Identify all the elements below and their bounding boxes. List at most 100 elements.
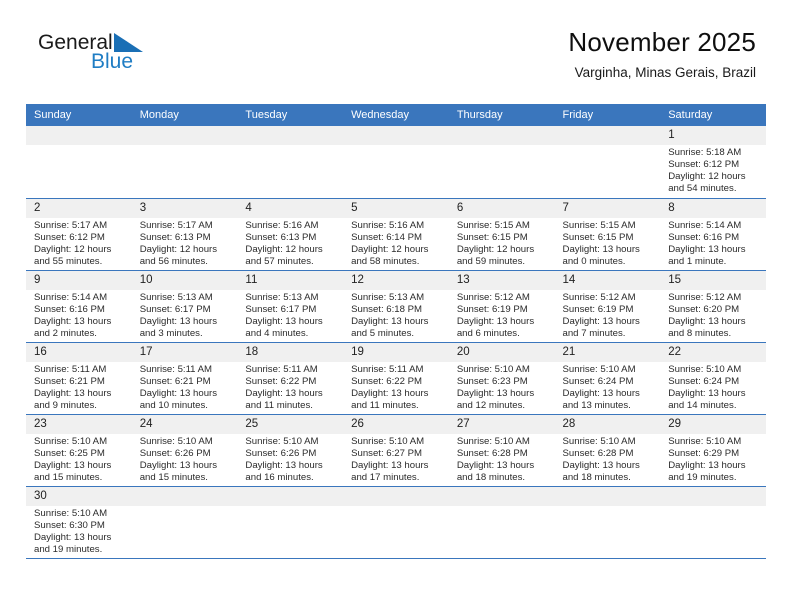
sunset-text: Sunset: 6:17 PM: [245, 303, 317, 315]
calendar-day-cell-empty: [343, 486, 449, 559]
calendar-day-cell[interactable]: 30 Sunrise: 5:10 AM Sunset: 6:30 PM Dayligh…: [26, 486, 132, 559]
day-number: 12: [343, 270, 449, 290]
calendar-day-cell[interactable]: 14 Sunrise: 5:12 AM Sunset: 6:19 PM Dayligh…: [554, 270, 661, 343]
day-number: [554, 486, 661, 506]
day-cell-inner: 28 Sunrise: 5:10 AM Sunset: 6:28 PM Dayligh…: [554, 414, 661, 486]
day-sun-info: Sunrise: 5:16 AM Sunset: 6:13 PM Daylight:…: [237, 218, 343, 268]
day-number: 23: [26, 414, 132, 434]
calendar-day-cell[interactable]: 25 Sunrise: 5:10 AM Sunset: 6:26 PM Dayligh…: [237, 414, 344, 487]
day-cell-inner: [343, 126, 449, 198]
daylight-text: Daylight: 13 hours and 10 minutes.: [139, 387, 218, 411]
sunset-text: Sunset: 6:16 PM: [34, 303, 105, 315]
calendar-day-cell-empty: [448, 486, 555, 559]
calendar-day-cell-empty: [554, 486, 661, 559]
calendar-day-cell[interactable]: 26 Sunrise: 5:10 AM Sunset: 6:27 PM Dayligh…: [343, 414, 449, 487]
day-number: 2: [26, 198, 132, 218]
calendar-day-cell[interactable]: 18 Sunrise: 5:11 AM Sunset: 6:22 PM Dayligh…: [237, 342, 344, 415]
day-cell-inner: 1 Sunrise: 5:18 AM Sunset: 6:12 PM Daylight…: [660, 126, 766, 198]
calendar-week-row: 2 Sunrise: 5:17 AM Sunset: 6:12 PM Daylight…: [26, 198, 766, 271]
day-sun-info: Sunrise: 5:10 AM Sunset: 6:27 PM Daylight:…: [343, 434, 449, 484]
sunrise-text: Sunrise: 5:10 AM: [34, 435, 108, 447]
calendar-page: General Blue November 2025 Varginha, Min…: [0, 0, 792, 612]
calendar-day-cell[interactable]: 24 Sunrise: 5:10 AM Sunset: 6:26 PM Dayligh…: [131, 414, 238, 487]
calendar-day-cell[interactable]: 29 Sunrise: 5:10 AM Sunset: 6:29 PM Dayligh…: [660, 414, 766, 487]
sunset-text: Sunset: 6:26 PM: [139, 447, 211, 459]
day-number: 29: [660, 414, 766, 434]
day-number: [237, 126, 344, 145]
calendar-day-cell[interactable]: 22 Sunrise: 5:10 AM Sunset: 6:24 PM Dayligh…: [660, 342, 766, 415]
sunrise-text: Sunrise: 5:10 AM: [562, 435, 636, 447]
page-masthead: General Blue November 2025 Varginha, Min…: [0, 0, 792, 80]
weekday-header-saturday: Saturday: [660, 104, 766, 126]
calendar-day-cell[interactable]: 13 Sunrise: 5:12 AM Sunset: 6:19 PM Dayligh…: [448, 270, 555, 343]
sunrise-text: Sunrise: 5:17 AM: [139, 219, 213, 231]
sunset-text: Sunset: 6:13 PM: [245, 231, 317, 243]
calendar-day-cell[interactable]: 11 Sunrise: 5:13 AM Sunset: 6:17 PM Dayligh…: [237, 270, 344, 343]
calendar-day-cell[interactable]: 15 Sunrise: 5:12 AM Sunset: 6:20 PM Dayligh…: [660, 270, 766, 343]
day-sun-info: Sunrise: 5:10 AM Sunset: 6:29 PM Daylight:…: [660, 434, 766, 484]
daylight-text: Daylight: 13 hours and 18 minutes.: [562, 459, 640, 483]
sunset-text: Sunset: 6:16 PM: [668, 231, 740, 243]
calendar-day-cell[interactable]: 9 Sunrise: 5:14 AM Sunset: 6:16 PM Daylight…: [26, 270, 132, 343]
calendar-day-cell[interactable]: 28 Sunrise: 5:10 AM Sunset: 6:28 PM Dayligh…: [554, 414, 661, 487]
calendar-day-cell[interactable]: 16 Sunrise: 5:11 AM Sunset: 6:21 PM Dayligh…: [26, 342, 132, 415]
calendar-day-cell[interactable]: 5 Sunrise: 5:16 AM Sunset: 6:14 PM Daylight…: [343, 198, 449, 271]
day-cell-inner: 10 Sunrise: 5:13 AM Sunset: 6:17 PM Dayligh…: [131, 270, 238, 342]
day-number: 25: [237, 414, 344, 434]
calendar-day-cell[interactable]: 6 Sunrise: 5:15 AM Sunset: 6:15 PM Daylight…: [448, 198, 555, 271]
sunset-text: Sunset: 6:29 PM: [668, 447, 740, 459]
day-number: 17: [131, 342, 238, 362]
day-number: 7: [554, 198, 661, 218]
day-number: [554, 126, 661, 145]
sunset-text: Sunset: 6:27 PM: [351, 447, 423, 459]
day-number: 14: [554, 270, 661, 290]
calendar-day-cell[interactable]: 2 Sunrise: 5:17 AM Sunset: 6:12 PM Daylight…: [26, 198, 132, 271]
day-sun-info: Sunrise: 5:11 AM Sunset: 6:21 PM Daylight:…: [26, 362, 132, 412]
calendar-day-cell[interactable]: 1 Sunrise: 5:18 AM Sunset: 6:12 PM Daylight…: [660, 126, 766, 199]
day-cell-inner: 29 Sunrise: 5:10 AM Sunset: 6:29 PM Dayligh…: [660, 414, 766, 486]
day-number: 20: [448, 342, 555, 362]
calendar-day-cell[interactable]: 27 Sunrise: 5:10 AM Sunset: 6:28 PM Dayligh…: [448, 414, 555, 487]
calendar-day-cell[interactable]: 12 Sunrise: 5:13 AM Sunset: 6:18 PM Dayligh…: [343, 270, 449, 343]
day-cell-inner: 13 Sunrise: 5:12 AM Sunset: 6:19 PM Dayligh…: [448, 270, 555, 342]
calendar-day-cell[interactable]: 20 Sunrise: 5:10 AM Sunset: 6:23 PM Dayligh…: [448, 342, 555, 415]
calendar-day-cell[interactable]: 8 Sunrise: 5:14 AM Sunset: 6:16 PM Daylight…: [660, 198, 766, 271]
weekday-header-sunday: Sunday: [26, 104, 132, 126]
daylight-text: Daylight: 12 hours and 59 minutes.: [456, 243, 535, 267]
day-cell-inner: 2 Sunrise: 5:17 AM Sunset: 6:12 PM Daylight…: [26, 198, 132, 270]
day-cell-inner: 21 Sunrise: 5:10 AM Sunset: 6:24 PM Dayligh…: [554, 342, 661, 414]
calendar-day-cell[interactable]: 3 Sunrise: 5:17 AM Sunset: 6:13 PM Daylight…: [131, 198, 238, 271]
day-cell-inner: 30 Sunrise: 5:10 AM Sunset: 6:30 PM Dayligh…: [26, 486, 132, 558]
calendar-day-cell[interactable]: 7 Sunrise: 5:15 AM Sunset: 6:15 PM Daylight…: [554, 198, 661, 271]
daylight-text: Daylight: 13 hours and 3 minutes.: [139, 315, 218, 339]
calendar-day-cell[interactable]: 23 Sunrise: 5:10 AM Sunset: 6:25 PM Dayligh…: [26, 414, 132, 487]
sunset-text: Sunset: 6:21 PM: [139, 375, 211, 387]
day-number: 30: [26, 486, 132, 506]
sunrise-text: Sunrise: 5:13 AM: [245, 291, 319, 303]
brand-logo[interactable]: General Blue: [38, 32, 218, 84]
daylight-text: Daylight: 13 hours and 18 minutes.: [456, 459, 535, 483]
day-sun-info: Sunrise: 5:13 AM Sunset: 6:17 PM Daylight:…: [132, 290, 238, 340]
calendar-day-cell[interactable]: 17 Sunrise: 5:11 AM Sunset: 6:21 PM Dayligh…: [131, 342, 238, 415]
calendar-week-row: 1 Sunrise: 5:18 AM Sunset: 6:12 PM Daylight…: [26, 126, 766, 199]
day-sun-info: Sunrise: 5:18 AM Sunset: 6:12 PM Daylight:…: [660, 145, 766, 195]
weekday-header-tuesday: Tuesday: [237, 104, 344, 126]
title-block: November 2025 Varginha, Minas Gerais, Br…: [568, 26, 756, 84]
daylight-text: Daylight: 12 hours and 55 minutes.: [34, 243, 112, 267]
day-number: 19: [343, 342, 449, 362]
day-number: 24: [131, 414, 238, 434]
calendar-day-cell[interactable]: 4 Sunrise: 5:16 AM Sunset: 6:13 PM Daylight…: [237, 198, 344, 271]
sunrise-text: Sunrise: 5:10 AM: [245, 435, 319, 447]
calendar-day-cell[interactable]: 19 Sunrise: 5:11 AM Sunset: 6:22 PM Dayligh…: [343, 342, 449, 415]
sunset-text: Sunset: 6:28 PM: [562, 447, 634, 459]
daylight-text: Daylight: 13 hours and 2 minutes.: [34, 315, 112, 339]
day-sun-info: Sunrise: 5:15 AM Sunset: 6:15 PM Daylight:…: [449, 218, 555, 268]
calendar-day-cell[interactable]: 21 Sunrise: 5:10 AM Sunset: 6:24 PM Dayligh…: [554, 342, 661, 415]
sunset-text: Sunset: 6:22 PM: [245, 375, 317, 387]
calendar-day-cell[interactable]: 10 Sunrise: 5:13 AM Sunset: 6:17 PM Dayligh…: [131, 270, 238, 343]
daylight-text: Daylight: 13 hours and 17 minutes.: [351, 459, 429, 483]
day-number: 9: [26, 270, 132, 290]
day-number: [131, 126, 238, 145]
day-sun-info: Sunrise: 5:11 AM Sunset: 6:22 PM Daylight:…: [343, 362, 449, 412]
weekday-header-thursday: Thursday: [448, 104, 555, 126]
